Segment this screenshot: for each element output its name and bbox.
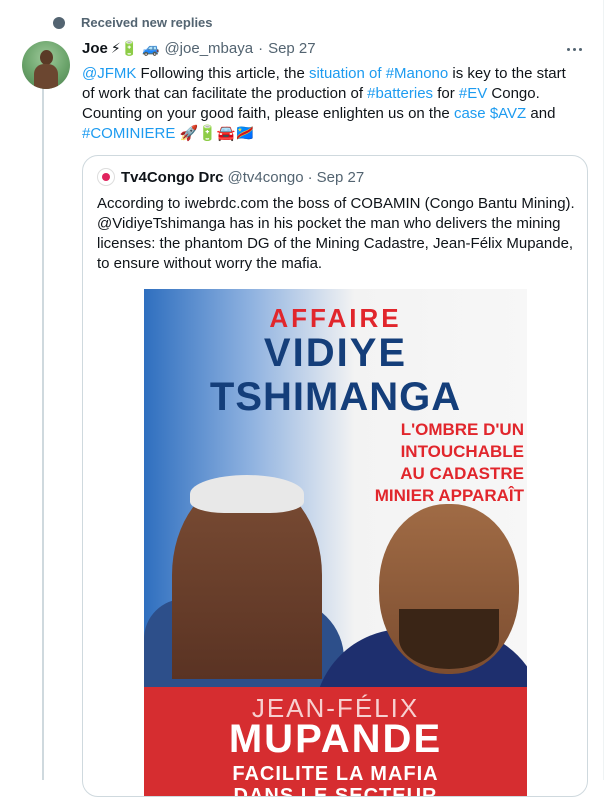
more-options-icon[interactable] <box>567 48 582 51</box>
tweet-date[interactable]: Sep 27 <box>268 40 316 57</box>
separator: · <box>258 40 264 57</box>
hashtag-manono[interactable]: #Manono <box>386 65 449 82</box>
quote-date: Sep 27 <box>316 168 365 186</box>
quote-author-name: Tv4Congo Drc <box>121 168 224 186</box>
poster-line-affaire: AFFAIRE <box>269 303 402 333</box>
new-replies-notice[interactable]: Received new replies <box>53 15 213 30</box>
poster-banner: JEAN-FÉLIX MUPANDE FACILITE LA MAFIA DAN… <box>144 687 527 797</box>
author-handle[interactable]: @joe_mbaya <box>164 40 253 57</box>
banner-last-name: MUPANDE <box>228 717 443 761</box>
author-emojis: ⚡🔋 🚙 <box>110 40 160 56</box>
author-name[interactable]: Joe <box>82 40 108 57</box>
quote-header: Tv4Congo Drc @tv4congo · Sep 27 <box>97 168 364 186</box>
quote-author-handle: @tv4congo <box>227 168 304 186</box>
cashtag-avz[interactable]: $AVZ <box>490 105 526 122</box>
tweet-text: @JFMK Following this article, the situat… <box>82 65 566 142</box>
link-situation[interactable]: situation of <box>309 65 382 82</box>
mention-link[interactable]: @JFMK <box>82 65 136 82</box>
quote-image[interactable]: AFFAIRE VIDIYE TSHIMANGA L'OMBRE D'UN IN… <box>144 289 527 797</box>
quote-tweet[interactable]: Tv4Congo Drc @tv4congo · Sep 27 Accordin… <box>82 155 588 797</box>
dot-icon <box>53 16 65 29</box>
tweet-header: Joe ⚡🔋 🚙 @joe_mbaya · Sep 27 <box>82 40 316 57</box>
hashtag-cominiere[interactable]: #COMINIERE <box>82 125 175 142</box>
separator: · <box>307 168 313 186</box>
avatar[interactable] <box>22 41 70 89</box>
quote-text: According to iwebrdc.com the boss of COB… <box>97 195 575 272</box>
link-case[interactable]: case <box>454 105 486 122</box>
hashtag-batteries[interactable]: #batteries <box>367 85 433 102</box>
quote-avatar <box>97 168 115 186</box>
banner-text: FACILITE LA MAFIA DANS LE SECTEUR <box>232 763 439 797</box>
person-left-photo <box>172 475 322 679</box>
poster-subtitle: L'OMBRE D'UN INTOUCHABLE AU CADASTRE MIN… <box>374 420 524 505</box>
notice-text: Received new replies <box>81 15 213 30</box>
thread-line <box>42 86 44 780</box>
poster-line-tshimanga: TSHIMANGA <box>209 375 462 419</box>
poster-line-vidiye: VIDIYE <box>263 331 408 375</box>
person-right-photo <box>379 504 519 674</box>
hashtag-ev[interactable]: #EV <box>459 85 487 102</box>
